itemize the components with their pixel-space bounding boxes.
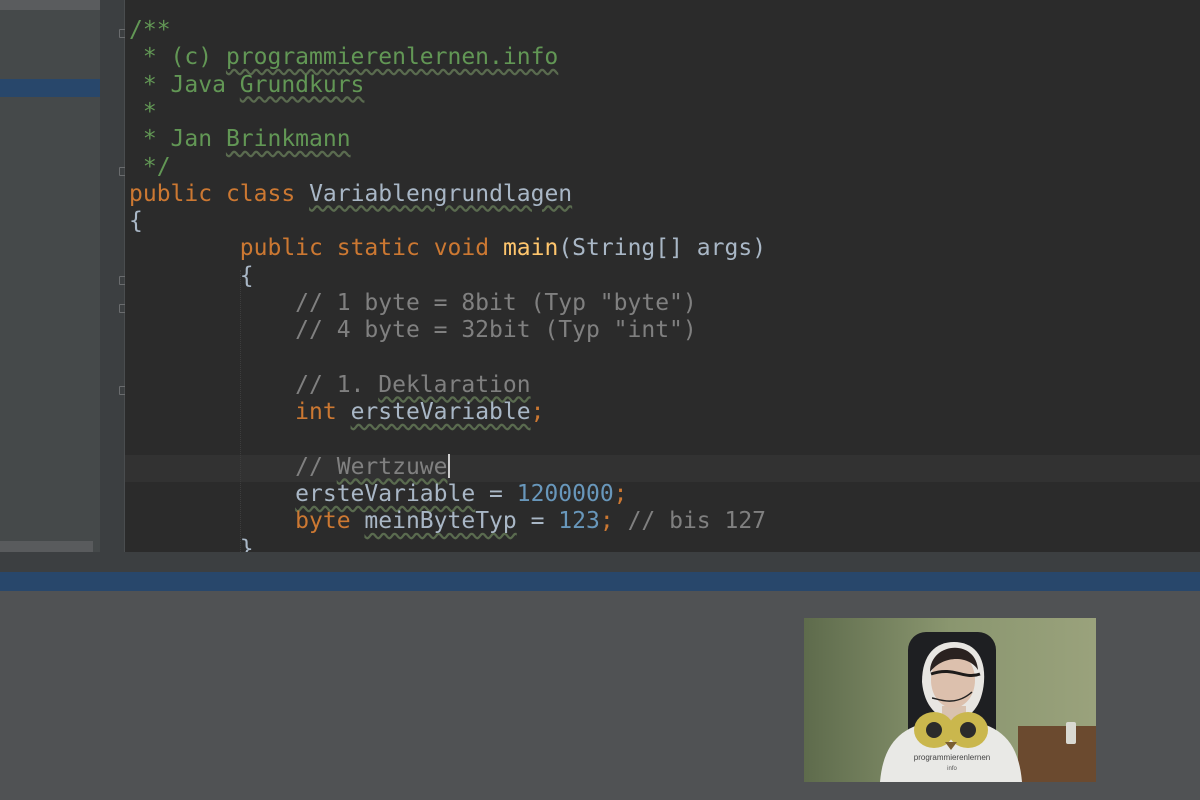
code-token: = [475, 481, 517, 508]
code-line[interactable]: { [129, 263, 254, 290]
code-token: public [239, 235, 323, 262]
code-token: * [129, 98, 157, 125]
sidebar-horizontal-scrollbar[interactable] [0, 541, 93, 552]
presenter-webcam-icon: programmierenlernen info [804, 618, 1096, 782]
code-editor[interactable]: /** * (c) programmierenlernen.info * Jav… [125, 0, 1200, 552]
code-token: Brinkmann [225, 126, 351, 153]
code-token: public [129, 180, 213, 207]
code-token: /** [129, 17, 171, 43]
code-token: } [129, 535, 254, 552]
code-line[interactable]: } [129, 536, 254, 552]
code-line[interactable]: */ [129, 154, 171, 181]
code-token: class [225, 180, 296, 207]
code-line[interactable]: byte meinByteTyp = 123; // bis 127 [129, 508, 766, 535]
code-line[interactable]: public class Variablengrundlagen [129, 181, 572, 208]
code-line[interactable]: ersteVariable = 1200000; [129, 481, 628, 508]
code-token: Variablengrundlagen [309, 180, 573, 207]
code-line[interactable]: // 1 byte = 8bit (Typ "byte") [129, 290, 697, 317]
code-token: * (c) [129, 44, 226, 71]
code-token: (String[] args) [558, 235, 767, 262]
code-token: { [129, 262, 254, 289]
code-token: Grundkurs [239, 71, 365, 98]
code-token: int [295, 399, 337, 426]
code-token: main [502, 235, 559, 262]
webcam-overlay: programmierenlernen info [804, 618, 1096, 782]
code-token: Wertzuwe [336, 453, 448, 480]
code-token: static [336, 235, 420, 262]
sidebar-header-strip [0, 0, 100, 10]
code-line[interactable]: /** [129, 17, 171, 44]
code-token: = [516, 508, 559, 535]
code-line[interactable]: // Wertzuwe [129, 453, 450, 481]
code-token: { [129, 208, 143, 235]
code-token: // bis 127 [627, 508, 767, 535]
shirt-text-secondary: info [947, 766, 957, 772]
code-token: // 4 byte = 32bit (Typ "int") [295, 317, 697, 344]
code-token: * Jan [129, 126, 226, 153]
code-token: // 1 byte = 8bit (Typ "byte") [295, 290, 697, 316]
code-line[interactable]: { [129, 208, 143, 235]
sidebar-selected-item[interactable] [0, 79, 100, 97]
code-token: ; [530, 399, 545, 426]
code-line[interactable]: * Java Grundkurs [129, 71, 365, 99]
text-caret [447, 453, 450, 478]
code-line[interactable]: // 4 byte = 32bit (Typ "int") [129, 317, 697, 344]
code-token: 123 [558, 508, 600, 535]
code-token: 1200000 [516, 481, 614, 508]
code-line[interactable]: * (c) programmierenlernen.info [129, 44, 558, 71]
code-line[interactable]: * [129, 99, 157, 126]
code-token: byte [295, 508, 351, 535]
project-sidebar [0, 0, 100, 552]
code-line[interactable]: // 1. Deklaration [129, 371, 531, 399]
code-token: ersteVariable [295, 481, 476, 508]
code-token: * Java [129, 71, 240, 98]
code-line[interactable]: * Jan Brinkmann [129, 126, 351, 153]
code-token: ersteVariable [350, 399, 531, 426]
code-token: ; [613, 481, 628, 508]
code-token: // [295, 453, 337, 480]
code-token: meinByteTyp [364, 508, 517, 535]
code-token: */ [129, 153, 171, 180]
code-token: void [433, 235, 490, 262]
code-token: // 1. [295, 371, 379, 398]
editor-horizontal-scrollbar[interactable] [0, 552, 1200, 572]
code-line[interactable]: int ersteVariable; [129, 399, 544, 426]
code-token: ; [599, 508, 614, 535]
code-token: programmierenlernen.info [225, 44, 559, 71]
shirt-text: programmierenlernen [914, 753, 990, 762]
tool-window-tab-bar[interactable] [0, 572, 1200, 591]
code-token: Deklaration [378, 371, 531, 398]
code-line[interactable]: public static void main(String[] args) [129, 235, 766, 262]
